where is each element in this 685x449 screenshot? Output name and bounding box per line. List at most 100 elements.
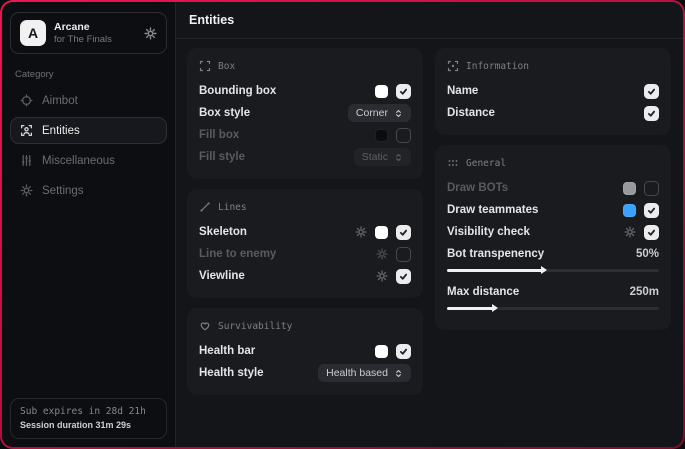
row-name: Name	[447, 80, 659, 102]
page-header: Entities	[176, 2, 683, 39]
check-icon	[399, 347, 408, 356]
sidebar-item-miscellaneous[interactable]: Miscellaneous	[10, 147, 167, 174]
health-bar-color-swatch[interactable]	[375, 345, 388, 358]
settings-gear-icon[interactable]	[144, 27, 157, 40]
fill-style-dropdown[interactable]: Static	[354, 148, 411, 166]
check-icon	[647, 109, 656, 118]
sub-expiry-text: Sub expires in 28d 21h	[20, 406, 157, 417]
page-title: Entities	[189, 13, 234, 27]
fill-box-checkbox[interactable]	[396, 128, 411, 143]
check-icon	[399, 272, 408, 281]
row-label: Box style	[199, 107, 340, 119]
crosshair-icon	[20, 94, 33, 107]
grid-dots-icon	[447, 157, 459, 169]
bot-transparency-slider[interactable]	[447, 269, 659, 272]
check-icon	[647, 228, 656, 237]
logo-text: Arcane for The Finals	[54, 21, 112, 46]
line-to-enemy-checkbox[interactable]	[396, 247, 411, 262]
max-distance-value: 250m	[630, 286, 659, 298]
row-visibility-check: Visibility check	[447, 221, 659, 243]
visibility-config-gear-icon[interactable]	[624, 226, 636, 238]
bounding-box-checkbox[interactable]	[396, 84, 411, 99]
window-frame: A Arcane for The Finals Category	[0, 0, 685, 449]
row-label: Viewline	[199, 270, 368, 282]
row-label: Fill box	[199, 129, 367, 141]
app-title: Arcane	[54, 21, 112, 34]
row-draw-teammates: Draw teammates	[447, 199, 659, 221]
main-panel: Entities Box Bounding box	[176, 2, 683, 447]
sidebar-item-label: Entities	[42, 125, 80, 137]
section-title: General	[466, 158, 506, 169]
box-section-header: Box	[199, 58, 411, 80]
sidebar-nav: Aimbot Entities	[10, 87, 167, 204]
slider-thumb[interactable]	[541, 266, 547, 274]
row-label: Draw BOTs	[447, 182, 615, 194]
row-label: Name	[447, 85, 636, 97]
slider-fill	[447, 269, 545, 272]
chevron-up-down-icon	[394, 153, 403, 162]
sidebar-item-entities[interactable]: Entities	[10, 117, 167, 144]
survivability-section: Survivability Health bar Health style He…	[187, 308, 423, 395]
sidebar-item-label: Settings	[42, 185, 84, 197]
sidebar-item-label: Aimbot	[42, 95, 78, 107]
session-duration-text: Session duration 31m 29s	[20, 420, 157, 430]
lines-section-header: Lines	[199, 199, 411, 221]
health-style-dropdown[interactable]: Health based	[318, 364, 411, 382]
general-section: General Draw BOTs Draw teammates	[435, 145, 671, 330]
section-title: Information	[466, 61, 529, 72]
row-health-style: Health style Health based	[199, 362, 411, 384]
app-window: A Arcane for The Finals Category	[2, 2, 683, 447]
draw-bots-checkbox[interactable]	[644, 181, 659, 196]
draw-teammates-checkbox[interactable]	[644, 203, 659, 218]
app-logo: A	[20, 20, 46, 46]
survivability-section-header: Survivability	[199, 318, 411, 340]
skeleton-checkbox[interactable]	[396, 225, 411, 240]
section-title: Survivability	[218, 321, 292, 332]
row-fill-style: Fill style Static	[199, 146, 411, 168]
sidebar-item-aimbot[interactable]: Aimbot	[10, 87, 167, 114]
logo-card: A Arcane for The Finals	[10, 12, 167, 54]
box-style-dropdown[interactable]: Corner	[348, 104, 411, 122]
skeleton-config-gear-icon[interactable]	[355, 226, 367, 238]
row-bounding-box: Bounding box	[199, 80, 411, 102]
distance-checkbox[interactable]	[644, 106, 659, 121]
viewline-config-gear-icon[interactable]	[376, 270, 388, 282]
row-skeleton: Skeleton	[199, 221, 411, 243]
box-section: Box Bounding box Box style Corner	[187, 48, 423, 179]
app-subtitle: for The Finals	[54, 34, 112, 46]
sidebar-item-settings[interactable]: Settings	[10, 177, 167, 204]
draw-teammates-color-swatch[interactable]	[623, 204, 636, 217]
row-max-distance: Max distance 250m	[447, 281, 659, 303]
row-label: Skeleton	[199, 226, 347, 238]
sidebar: A Arcane for The Finals Category	[2, 2, 176, 447]
lines-section: Lines Skeleton Line to enemy	[187, 189, 423, 298]
row-distance: Distance	[447, 102, 659, 124]
name-checkbox[interactable]	[644, 84, 659, 99]
row-label: Health bar	[199, 345, 367, 357]
row-bot-transparency: Bot transpenency 50%	[447, 243, 659, 265]
bounding-box-color-swatch[interactable]	[375, 85, 388, 98]
max-distance-slider[interactable]	[447, 307, 659, 310]
information-section-header: Information	[447, 58, 659, 80]
page-content: Box Bounding box Box style Corner	[176, 39, 683, 404]
health-bar-checkbox[interactable]	[396, 344, 411, 359]
row-label: Health style	[199, 367, 310, 379]
line-to-enemy-config-gear-icon[interactable]	[376, 248, 388, 260]
row-label: Bounding box	[199, 85, 367, 97]
viewline-checkbox[interactable]	[396, 269, 411, 284]
slider-label: Max distance	[447, 286, 622, 298]
sliders-icon	[20, 154, 33, 167]
row-label: Distance	[447, 107, 636, 119]
draw-bots-color-swatch[interactable]	[623, 182, 636, 195]
general-section-header: General	[447, 155, 659, 177]
skeleton-color-swatch[interactable]	[375, 226, 388, 239]
row-line-to-enemy: Line to enemy	[199, 243, 411, 265]
slider-thumb[interactable]	[492, 304, 498, 312]
row-health-bar: Health bar	[199, 340, 411, 362]
row-label: Fill style	[199, 151, 346, 163]
chevron-up-down-icon	[394, 369, 403, 378]
check-icon	[647, 206, 656, 215]
fill-box-color-swatch[interactable]	[375, 129, 388, 142]
visibility-check-checkbox[interactable]	[644, 225, 659, 240]
row-fill-box: Fill box	[199, 124, 411, 146]
